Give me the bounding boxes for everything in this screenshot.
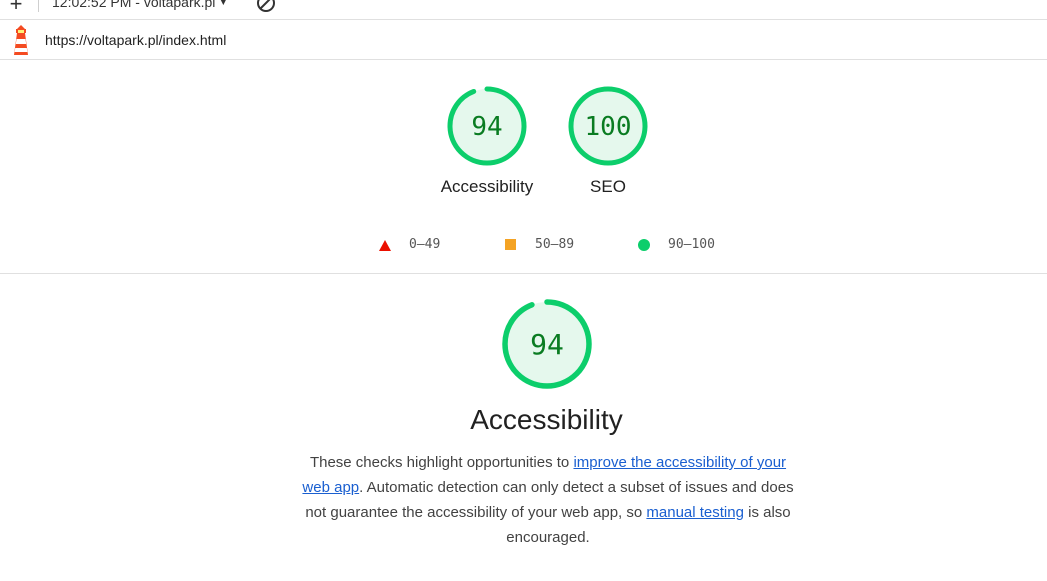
url-bar: https://voltapark.pl/index.html (0, 21, 1047, 60)
gauge-label: Accessibility (440, 177, 534, 196)
chevron-down-icon: ▼ (218, 0, 229, 8)
description-text: These checks highlight opportunities to (309, 454, 574, 471)
category-title: Accessibility (470, 404, 623, 435)
category-gauge: 94 (501, 298, 593, 390)
gauge-seo[interactable]: 100 SEO (548, 85, 668, 197)
score-gauge: 94 (502, 299, 592, 389)
average-square-icon (505, 239, 516, 250)
page-url: https://voltapark.pl/index.html (45, 32, 227, 48)
score-gauge: 94 (447, 86, 527, 166)
legend-range: 50–89 (535, 237, 575, 252)
gauge-score: 94 (471, 112, 502, 142)
gauge-accessibility[interactable]: 94 Accessibility (427, 85, 547, 197)
manual-testing-link[interactable]: manual testing (646, 504, 744, 521)
report-toolbar: + 12:02:52 PM - voltapark.pl ▼ (0, 0, 1047, 20)
legend-range: 90–100 (668, 237, 715, 252)
gauge-score: 94 (530, 328, 564, 361)
lighthouse-icon (14, 25, 28, 55)
gauge-score: 100 (585, 112, 632, 142)
category-description: These checks highlight opportunities to … (298, 450, 798, 550)
pass-circle-icon (638, 239, 650, 251)
score-scale-legend: 0–49 50–89 90–100 (0, 236, 1047, 256)
section-divider (0, 273, 1047, 274)
score-gauge: 100 (568, 86, 648, 166)
report-select[interactable]: 12:02:52 PM - voltapark.pl ▼ (52, 0, 228, 10)
report-select-label: 12:02:52 PM - voltapark.pl (52, 0, 216, 10)
gauge-label: SEO (590, 177, 626, 196)
legend-range: 0–49 (409, 237, 441, 252)
blocked-icon[interactable] (256, 0, 276, 13)
fail-triangle-icon (379, 240, 391, 251)
toolbar-divider (38, 0, 39, 12)
plus-icon[interactable]: + (4, 0, 28, 18)
